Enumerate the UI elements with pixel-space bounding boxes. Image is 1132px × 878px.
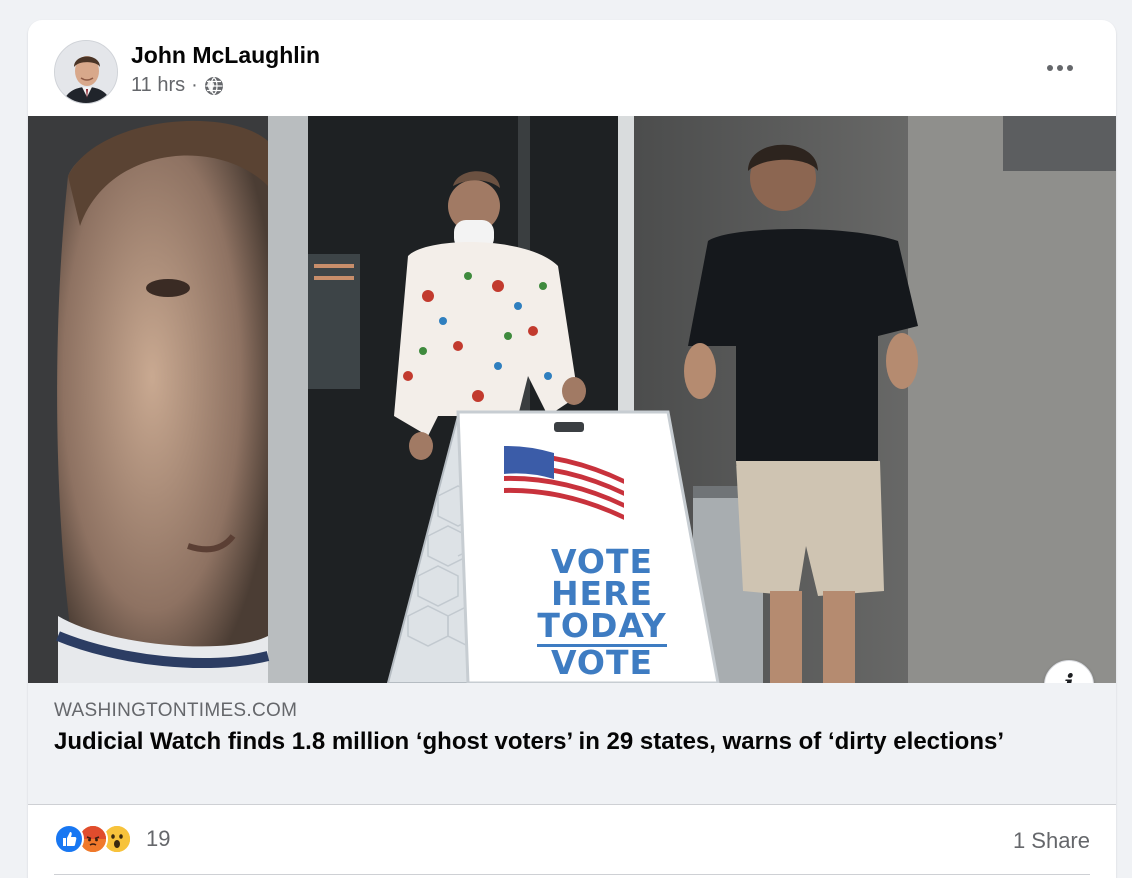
vote-sign-text: VOTE HERE TODAY VOTE (502, 545, 702, 682)
reaction-count[interactable]: 19 (146, 826, 170, 852)
more-dot (1047, 65, 1053, 71)
author-avatar[interactable] (54, 40, 118, 104)
author-name[interactable]: John McLaughlin (131, 42, 320, 69)
meta-separator: · (191, 74, 198, 96)
link-title[interactable]: Judicial Watch finds 1.8 million ‘ghost … (54, 727, 1054, 757)
reactions-summary[interactable]: 19 (54, 824, 170, 854)
more-options-icon[interactable] (1040, 56, 1080, 80)
share-count[interactable]: 1 Share (1013, 828, 1090, 854)
post-image[interactable]: VOTE HERE TODAY VOTE (28, 116, 1116, 683)
sign-line-4: VOTE (550, 643, 654, 682)
link-domain: WASHINGTONTIMES.COM (54, 700, 298, 721)
sign-line-3: TODAY (537, 606, 667, 647)
post-meta: 11 hrs · (131, 74, 224, 97)
more-dot (1067, 65, 1073, 71)
footer-divider (54, 874, 1090, 875)
more-dot (1057, 65, 1063, 71)
post-timestamp[interactable]: 11 hrs (131, 74, 185, 97)
like-icon (54, 824, 84, 854)
globe-icon[interactable] (204, 76, 224, 96)
post-card: John McLaughlin 11 hrs · VOTE HERE TODAY… (28, 20, 1116, 878)
link-preview[interactable]: WASHINGTONTIMES.COM Judicial Watch finds… (28, 683, 1116, 805)
